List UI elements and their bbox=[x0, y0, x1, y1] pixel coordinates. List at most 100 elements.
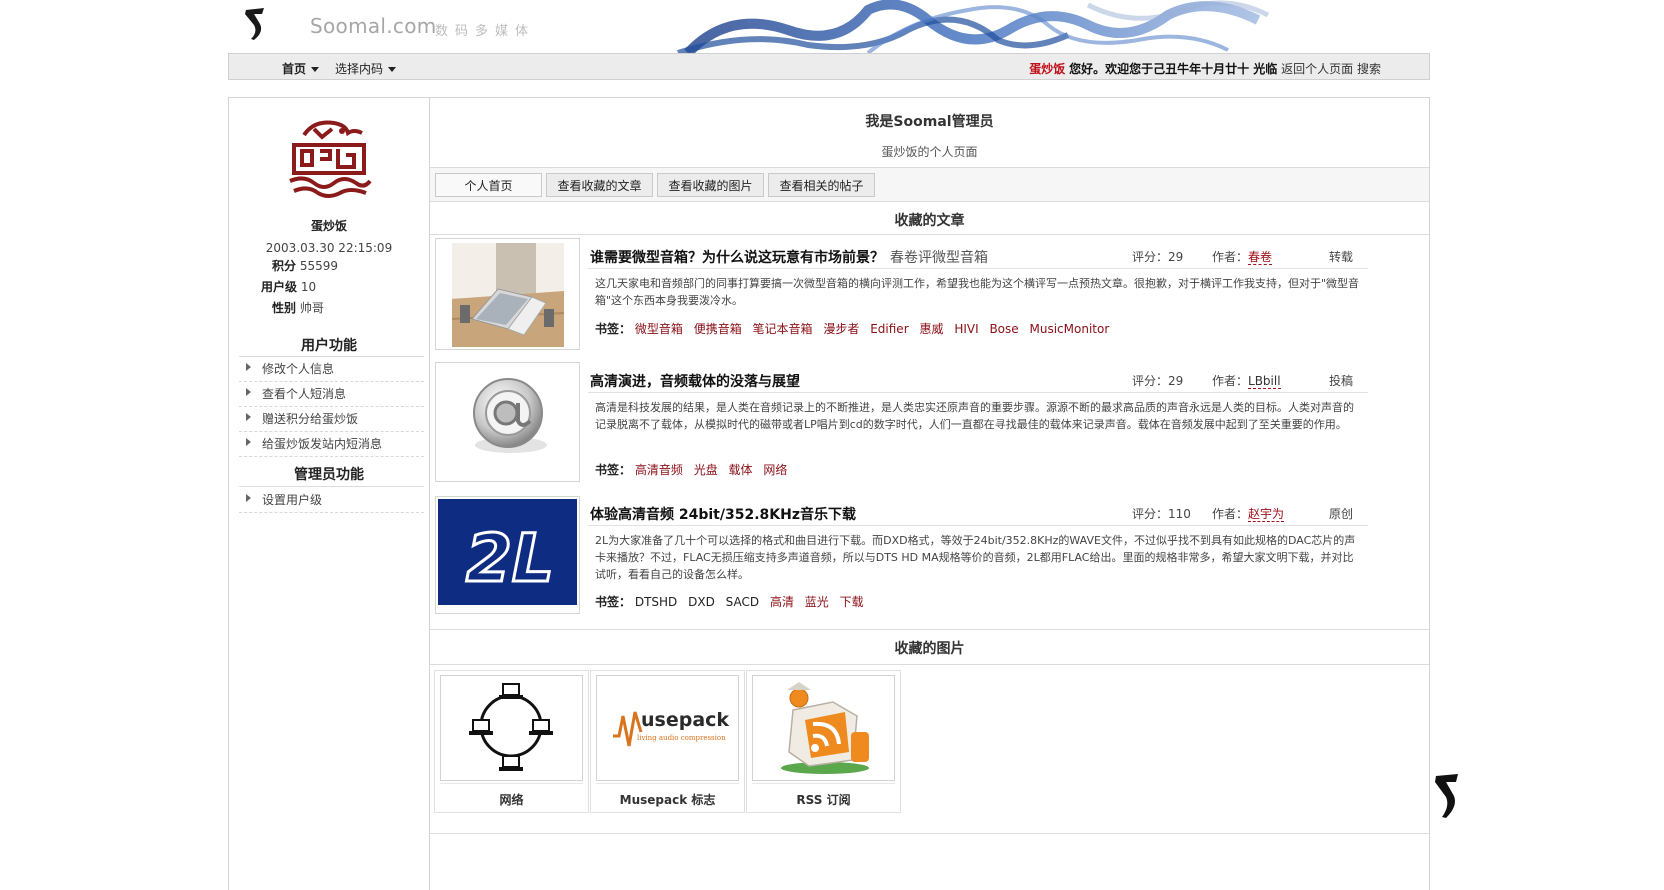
welcome-username[interactable]: 蛋炒饭 bbox=[1029, 62, 1065, 76]
tag-link[interactable]: DXD bbox=[688, 595, 715, 609]
picture-card[interactable]: usepack living audio compression Musepac… bbox=[590, 670, 745, 813]
picture-card[interactable]: 网络 bbox=[434, 670, 589, 813]
tag-link[interactable]: 网络 bbox=[763, 463, 787, 477]
article-author-label: 作者： bbox=[1212, 507, 1249, 521]
search-link[interactable]: 搜索 bbox=[1357, 62, 1381, 76]
picture-caption: Musepack 标志 bbox=[619, 793, 716, 807]
nav-encoding-menu[interactable]: 选择内码 bbox=[335, 60, 397, 77]
divider bbox=[588, 392, 1368, 393]
network-ring-icon bbox=[469, 683, 553, 771]
divider bbox=[752, 783, 895, 784]
set-user-level-link[interactable]: 设置用户级 bbox=[239, 488, 424, 513]
profile-level: 用户级 10 bbox=[261, 278, 316, 295]
tag-link[interactable]: HIVI bbox=[954, 322, 978, 336]
view-messages-link[interactable]: 查看个人短消息 bbox=[239, 382, 424, 407]
picture-thumbnail[interactable] bbox=[752, 675, 895, 781]
edit-profile-link[interactable]: 修改个人信息 bbox=[239, 357, 424, 382]
triangle-right-icon bbox=[246, 363, 251, 371]
divider bbox=[588, 525, 1368, 526]
article-title-text: 体验高清音频 24bit/352.8KHz音乐下载 bbox=[590, 507, 856, 523]
article-type: 投稿 bbox=[1329, 374, 1354, 388]
nav-home-menu[interactable]: 首页 bbox=[282, 60, 320, 77]
tag-link[interactable]: 高清 bbox=[770, 595, 794, 609]
article-title[interactable]: 体验高清音频 24bit/352.8KHz音乐下载 bbox=[590, 504, 856, 524]
profile-points-label: 积分 bbox=[272, 259, 297, 273]
article-title-extra: 春卷评微型音箱 bbox=[890, 250, 988, 266]
article-tags: 书签： 高清音频 光盘 载体 网络 bbox=[595, 461, 794, 478]
tag-link[interactable]: 便携音箱 bbox=[694, 322, 742, 336]
dragon-seal-avatar-icon bbox=[289, 120, 372, 198]
profile-register-date: 2003.03.30 22:15:09 bbox=[265, 241, 393, 255]
musepack-logo-subtext: living audio compression bbox=[637, 734, 726, 742]
article-score: 评分：29 bbox=[1132, 248, 1183, 265]
picture-thumbnail[interactable] bbox=[440, 675, 583, 781]
article-author-label: 作者： bbox=[1212, 250, 1249, 264]
gift-points-link[interactable]: 赠送积分给蛋炒饭 bbox=[239, 407, 424, 432]
top-navbar: 首页 选择内码 蛋炒饭 您好。欢迎您于己丑牛年十月廿十 光临 返回个人页面 搜索 bbox=[228, 53, 1430, 80]
tag-link[interactable]: 载体 bbox=[729, 463, 753, 477]
article-author-label: 作者： bbox=[1212, 374, 1249, 388]
back-to-profile-link[interactable]: 返回个人页面 bbox=[1281, 62, 1353, 76]
article-author-link[interactable]: 赵宇为 bbox=[1248, 507, 1285, 522]
picture-caption: 网络 bbox=[499, 793, 524, 807]
saved-articles-heading: 收藏的文章 bbox=[894, 213, 965, 229]
divider bbox=[588, 268, 1368, 269]
tag-link[interactable]: Edifier bbox=[870, 322, 908, 336]
article-author-link[interactable]: LBbill bbox=[1248, 374, 1281, 389]
article-tags: 书签： DTSHD DXD SACD 高清 蓝光 下载 bbox=[595, 593, 871, 610]
send-message-link[interactable]: 给蛋炒饭发站内短消息 bbox=[239, 432, 424, 457]
article-type: 转载 bbox=[1329, 250, 1354, 264]
article-thumbnail[interactable] bbox=[435, 238, 580, 350]
chevron-down-icon bbox=[311, 67, 320, 72]
tab-home[interactable]: 个人首页 bbox=[435, 173, 542, 197]
tag-link[interactable]: MusicMonitor bbox=[1030, 322, 1110, 336]
tag-link[interactable]: SACD bbox=[726, 595, 759, 609]
picture-caption: RSS 订阅 bbox=[796, 793, 851, 807]
tags-label: 书签： bbox=[595, 322, 632, 336]
tab-saved-pictures[interactable]: 查看收藏的图片 bbox=[657, 173, 764, 197]
article-summary: 这几天家电和音频部门的同事打算要搞一次微型音箱的横向评测工作，希望我也能为这个横… bbox=[595, 277, 1360, 307]
tag-link[interactable]: 惠威 bbox=[919, 322, 943, 336]
tag-link[interactable]: 光盘 bbox=[694, 463, 718, 477]
tab-saved-articles[interactable]: 查看收藏的文章 bbox=[546, 173, 653, 197]
article-score-value: 29 bbox=[1168, 250, 1184, 264]
tag-link[interactable]: 蓝光 bbox=[805, 595, 829, 609]
divider bbox=[430, 629, 1429, 630]
laptop-speakers-photo-icon bbox=[451, 243, 565, 347]
article-author-link[interactable]: 春卷 bbox=[1248, 250, 1273, 265]
profile-level-label: 用户级 bbox=[261, 280, 298, 294]
soomal-logo-icon[interactable] bbox=[240, 6, 270, 42]
tab-related-posts[interactable]: 查看相关的帖子 bbox=[768, 173, 875, 197]
article-title[interactable]: 高清演进，音频载体的没落与展望 bbox=[590, 371, 800, 391]
svg-text:2L: 2L bbox=[466, 520, 554, 597]
profile-gender: 性别 帅哥 bbox=[272, 299, 324, 316]
triangle-right-icon bbox=[246, 413, 251, 421]
site-name[interactable]: Soomal.com bbox=[310, 14, 437, 38]
tag-link[interactable]: 微型音箱 bbox=[635, 322, 683, 336]
tag-link[interactable]: DTSHD bbox=[635, 595, 677, 609]
article-author: 作者：赵宇为 bbox=[1212, 505, 1285, 522]
rss-reader-icon bbox=[781, 682, 869, 774]
article-score-value: 29 bbox=[1168, 374, 1184, 388]
2l-logo-icon: 2L bbox=[438, 499, 577, 605]
article-thumbnail[interactable] bbox=[435, 362, 580, 482]
tag-link[interactable]: 漫步者 bbox=[823, 322, 859, 336]
edit-profile-label: 修改个人信息 bbox=[262, 362, 335, 376]
nav-home-label: 首页 bbox=[282, 62, 307, 76]
tag-link[interactable]: Bose bbox=[989, 322, 1018, 336]
welcome-greeting: 您好。欢迎您于己丑牛年十月廿十 光临 bbox=[1069, 62, 1278, 76]
article-thumbnail[interactable]: 2L bbox=[435, 496, 580, 614]
profile-points: 积分 55599 bbox=[272, 257, 338, 274]
user-functions-heading: 用户功能 bbox=[301, 338, 357, 354]
tag-link[interactable]: 高清音频 bbox=[635, 463, 683, 477]
article-score-label: 评分： bbox=[1132, 250, 1169, 264]
article-tags: 书签： 微型音箱 便携音箱 笔记本音箱 漫步者 Edifier 惠威 HIVI … bbox=[595, 320, 1116, 337]
tag-link[interactable]: 笔记本音箱 bbox=[753, 322, 813, 336]
article-title[interactable]: 谁需要微型音箱？为什么说这玩意有市场前景？ 春卷评微型音箱 bbox=[590, 247, 988, 267]
picture-card[interactable]: RSS 订阅 bbox=[746, 670, 901, 813]
picture-thumbnail[interactable]: usepack living audio compression bbox=[596, 675, 739, 781]
gift-points-label: 赠送积分给蛋炒饭 bbox=[262, 412, 359, 426]
page-title: 我是Soomal管理员 bbox=[865, 114, 994, 130]
tag-link[interactable]: 下载 bbox=[840, 595, 864, 609]
divider bbox=[430, 833, 1429, 834]
